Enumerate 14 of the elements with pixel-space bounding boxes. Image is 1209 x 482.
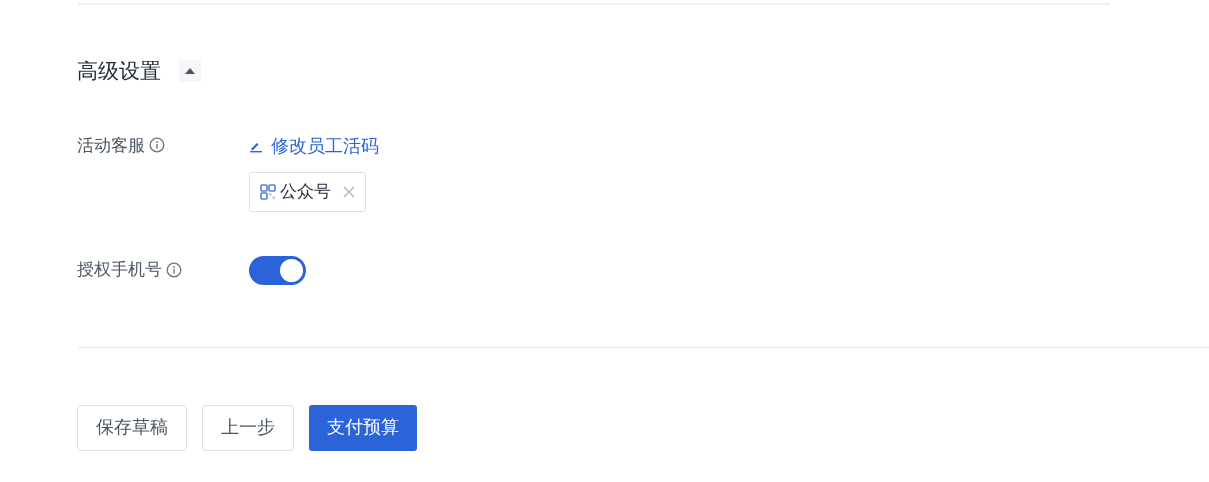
caret-icon [185,67,195,74]
toggle-switch[interactable] [249,255,306,285]
tag-label: 公众号 [280,180,331,203]
collapse-toggle[interactable] [179,59,201,82]
qr-code-icon [260,183,276,200]
secondary-button[interactable]: 保存草稿 [77,404,187,451]
primary-button[interactable]: 支付预算 [309,404,417,451]
info-icon [166,262,182,278]
field-label: 活动客服 [77,134,145,157]
field-label: 授权手机号 [77,259,162,282]
edit-link[interactable]: 修改员工活码 [249,132,379,160]
info-icon [149,137,165,154]
secondary-button[interactable]: 上一步 [202,404,294,451]
section-title: 高级设置 [77,58,161,84]
